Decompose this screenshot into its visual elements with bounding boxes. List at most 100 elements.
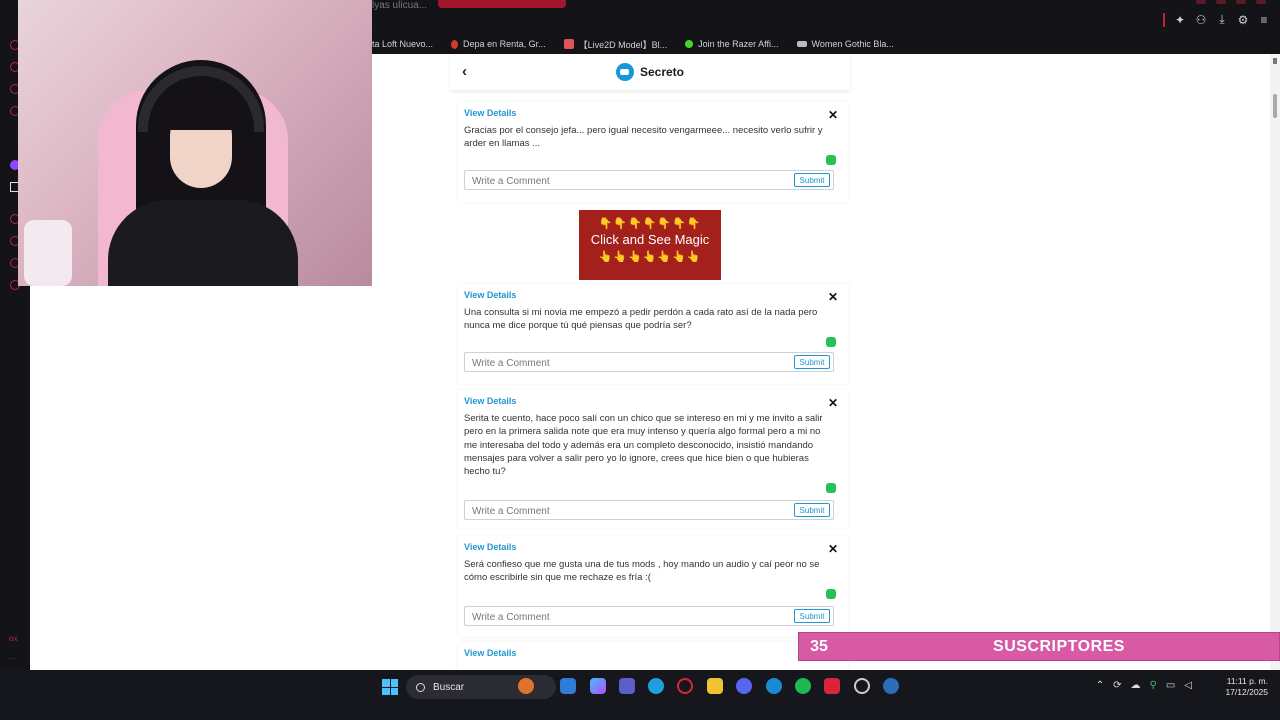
menu-icon[interactable]: ≡ bbox=[1258, 13, 1270, 27]
comment-input[interactable] bbox=[465, 502, 765, 521]
post-card: View Details ✕ Una consulta si mi novia … bbox=[458, 284, 848, 384]
comment-box: Submit bbox=[464, 352, 834, 373]
folder-icon[interactable] bbox=[707, 678, 723, 694]
clock-time: 11:11 p. m. bbox=[1226, 676, 1268, 686]
system-tray: ⌃ ⟳ ☁ ⚲ ▭ ◁ bbox=[1096, 680, 1192, 691]
bookmark-item[interactable]: ta Loft Nuevo... bbox=[372, 39, 433, 49]
post-text: Serita te cuento, hace poco salí con un … bbox=[464, 413, 823, 478]
account-icon[interactable]: ⚇ bbox=[1195, 13, 1207, 27]
close-icon[interactable]: ✕ bbox=[828, 542, 838, 556]
whatsapp-icon[interactable] bbox=[826, 589, 836, 599]
bookmark-label: 【Live2D Model】Bl... bbox=[578, 39, 668, 50]
whatsapp-icon[interactable] bbox=[826, 483, 836, 493]
close-icon[interactable]: ✕ bbox=[828, 108, 838, 122]
close-icon[interactable]: ✕ bbox=[828, 396, 838, 410]
subscriber-count: 35 bbox=[810, 637, 828, 655]
comment-input[interactable] bbox=[465, 354, 765, 373]
active-tab[interactable] bbox=[438, 0, 566, 8]
chevron-up-icon[interactable]: ⌃ bbox=[1096, 680, 1104, 691]
view-details-link[interactable]: View Details bbox=[464, 396, 516, 406]
bookmark-item[interactable]: 【Live2D Model】Bl... bbox=[563, 38, 668, 51]
window-controls bbox=[1196, 0, 1266, 4]
windows-start-icon[interactable] bbox=[382, 679, 398, 695]
view-details-link[interactable]: View Details bbox=[464, 648, 516, 658]
store-icon bbox=[796, 41, 807, 47]
comment-box: Submit bbox=[464, 500, 834, 521]
cloud-icon[interactable]: ☁ bbox=[1131, 680, 1141, 691]
comment-input[interactable] bbox=[465, 172, 765, 191]
bookmark-label: Join the Razer Affi... bbox=[698, 39, 779, 49]
minimize-icon[interactable] bbox=[1196, 0, 1206, 4]
copilot-icon[interactable] bbox=[590, 678, 606, 694]
download-icon[interactable]: ⤓ bbox=[1216, 12, 1228, 27]
page-title: Secreto bbox=[639, 65, 685, 79]
whatsapp-icon[interactable] bbox=[826, 155, 836, 165]
volume-icon[interactable]: ◁ bbox=[1184, 680, 1192, 691]
whatsapp-icon[interactable] bbox=[826, 337, 836, 347]
store-icon[interactable] bbox=[560, 678, 576, 694]
chat-bubble-icon bbox=[615, 63, 634, 81]
page-scrollbar[interactable] bbox=[1270, 54, 1280, 670]
opera-gx-icon[interactable] bbox=[677, 678, 693, 694]
submit-button[interactable]: Submit bbox=[794, 173, 830, 187]
subscribers-overlay: 35 SUSCRIPTORES bbox=[798, 632, 1280, 661]
maximize-icon[interactable] bbox=[1216, 0, 1226, 4]
post-card: View Details bbox=[458, 642, 848, 670]
browser-toolbar: ✦ ⚇ ⤓ ⚙ ≡ bbox=[1163, 12, 1270, 27]
pointing-down-icons: 👇👇👇👇👇👇👇 bbox=[598, 218, 702, 230]
comment-input[interactable] bbox=[465, 608, 765, 627]
view-details-link[interactable]: View Details bbox=[464, 542, 516, 552]
pointing-up-icons: 👆👆👆👆👆👆👆 bbox=[598, 251, 702, 263]
search-icon bbox=[416, 682, 425, 692]
submit-button[interactable]: Submit bbox=[794, 355, 830, 369]
obs-icon[interactable] bbox=[854, 678, 870, 694]
ad-banner[interactable]: 👇👇👇👇👇👇👇 Click and See Magic 👆👆👆👆👆👆👆 bbox=[579, 210, 721, 280]
ad-text: Click and See Magic bbox=[590, 232, 710, 247]
submit-button[interactable]: Submit bbox=[794, 609, 830, 623]
app-header: ‹ Secreto bbox=[450, 54, 850, 90]
scroll-thumb[interactable] bbox=[1273, 94, 1277, 118]
edge-icon[interactable] bbox=[648, 678, 664, 694]
widget-icon[interactable] bbox=[518, 678, 534, 694]
discord-icon[interactable] bbox=[736, 678, 752, 694]
bookmark-item[interactable]: Depa en Renta, Gr... bbox=[451, 39, 546, 49]
app-red-icon[interactable] bbox=[824, 678, 840, 694]
comment-box: Submit bbox=[464, 606, 834, 627]
screen: lyas ulicua... ✦ ⚇ ⤓ ⚙ ≡ ta Loft Nuevo..… bbox=[0, 0, 1280, 720]
submit-button[interactable]: Submit bbox=[794, 503, 830, 517]
post-text: Gracias por el consejo jefa... pero igua… bbox=[464, 125, 823, 150]
steam-icon[interactable] bbox=[883, 678, 899, 694]
webcam-overlay bbox=[18, 0, 372, 286]
scroll-up-icon[interactable] bbox=[1273, 58, 1277, 64]
close-window-icon[interactable] bbox=[1236, 0, 1246, 4]
tab-partial[interactable]: lyas ulicua... bbox=[372, 0, 427, 11]
teams-icon[interactable] bbox=[619, 678, 635, 694]
view-details-link[interactable]: View Details bbox=[464, 290, 516, 300]
extra-window-icon[interactable] bbox=[1256, 0, 1266, 4]
windows-taskbar: Buscar ⌃ ⟳ ☁ ⚲ ▭ ◁ 11:11 p. m. 17/12/202… bbox=[0, 670, 1280, 720]
close-icon[interactable]: ✕ bbox=[828, 290, 838, 304]
post-card: View Details ✕ Será confieso que me gust… bbox=[458, 536, 848, 636]
sidebar-more-icon[interactable]: ··· bbox=[9, 654, 17, 663]
settings-icon[interactable]: ⚙ bbox=[1237, 13, 1249, 27]
network-icon[interactable]: ▭ bbox=[1166, 680, 1175, 691]
razer-icon bbox=[685, 40, 694, 48]
sidebar-gx-icon[interactable]: ox bbox=[9, 634, 17, 643]
view-details-link[interactable]: View Details bbox=[464, 108, 516, 118]
post-text: Una consulta si mi novia me empezó a ped… bbox=[464, 307, 818, 332]
booth-icon bbox=[563, 39, 574, 49]
bookmark-item[interactable]: Join the Razer Affi... bbox=[685, 39, 779, 49]
bookmark-item[interactable]: Women Gothic Bla... bbox=[796, 39, 894, 49]
clock-date: 17/12/2025 bbox=[1225, 687, 1268, 697]
sync-icon[interactable]: ⟳ bbox=[1113, 680, 1121, 691]
usb-icon[interactable]: ⚲ bbox=[1150, 680, 1157, 691]
post-card: View Details ✕ Gracias por el consejo je… bbox=[458, 102, 848, 202]
bookmark-label: Depa en Renta, Gr... bbox=[463, 39, 546, 49]
spotify-icon[interactable] bbox=[795, 678, 811, 694]
taskbar-clock[interactable]: 11:11 p. m. 17/12/2025 bbox=[1225, 676, 1268, 698]
post-card: View Details ✕ Serita te cuento, hace po… bbox=[458, 390, 848, 528]
chevron-left-icon[interactable]: ‹ bbox=[462, 63, 467, 80]
streamlabs-icon[interactable] bbox=[766, 678, 782, 694]
extensions-icon[interactable]: ✦ bbox=[1174, 13, 1186, 27]
bookmarks-bar: ta Loft Nuevo... Depa en Renta, Gr... 【L… bbox=[372, 34, 1280, 54]
